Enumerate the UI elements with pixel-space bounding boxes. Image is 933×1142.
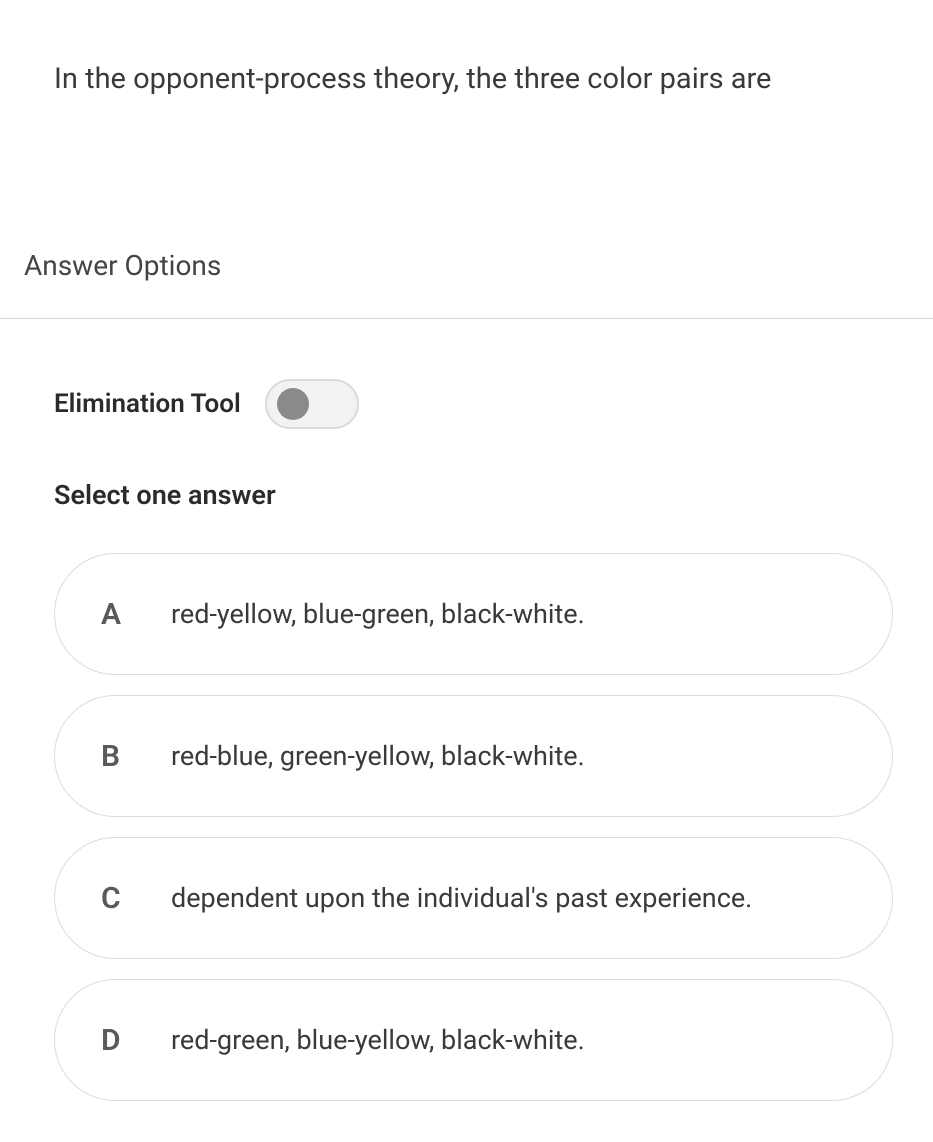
option-text: red-green, blue-yellow, black-white. bbox=[171, 1023, 585, 1058]
option-c[interactable]: C dependent upon the individual's past e… bbox=[54, 837, 893, 959]
question-block: In the opponent-process theory, the thre… bbox=[0, 0, 933, 99]
option-letter: A bbox=[101, 597, 171, 632]
elimination-tool-row: Elimination Tool bbox=[54, 379, 879, 429]
select-instruction: Select one answer bbox=[54, 479, 879, 511]
option-letter: C bbox=[101, 881, 171, 916]
elimination-tool-label: Elimination Tool bbox=[54, 389, 241, 419]
option-letter: B bbox=[101, 739, 171, 774]
option-d[interactable]: D red-green, blue-yellow, black-white. bbox=[54, 979, 893, 1101]
options-list: A red-yellow, blue-green, black-white. B… bbox=[0, 511, 933, 1101]
elimination-tool-toggle[interactable] bbox=[265, 379, 359, 429]
toggle-knob-icon bbox=[277, 388, 309, 420]
tools-area: Elimination Tool Select one answer bbox=[0, 319, 933, 511]
question-text: In the opponent-process theory, the thre… bbox=[54, 60, 879, 99]
option-text: red-yellow, blue-green, black-white. bbox=[171, 597, 585, 632]
option-a[interactable]: A red-yellow, blue-green, black-white. bbox=[54, 553, 893, 675]
option-text: red-blue, green-yellow, black-white. bbox=[171, 739, 585, 774]
option-text: dependent upon the individual's past exp… bbox=[171, 881, 752, 916]
option-letter: D bbox=[101, 1023, 171, 1058]
option-b[interactable]: B red-blue, green-yellow, black-white. bbox=[54, 695, 893, 817]
answer-options-heading: Answer Options bbox=[0, 249, 933, 282]
